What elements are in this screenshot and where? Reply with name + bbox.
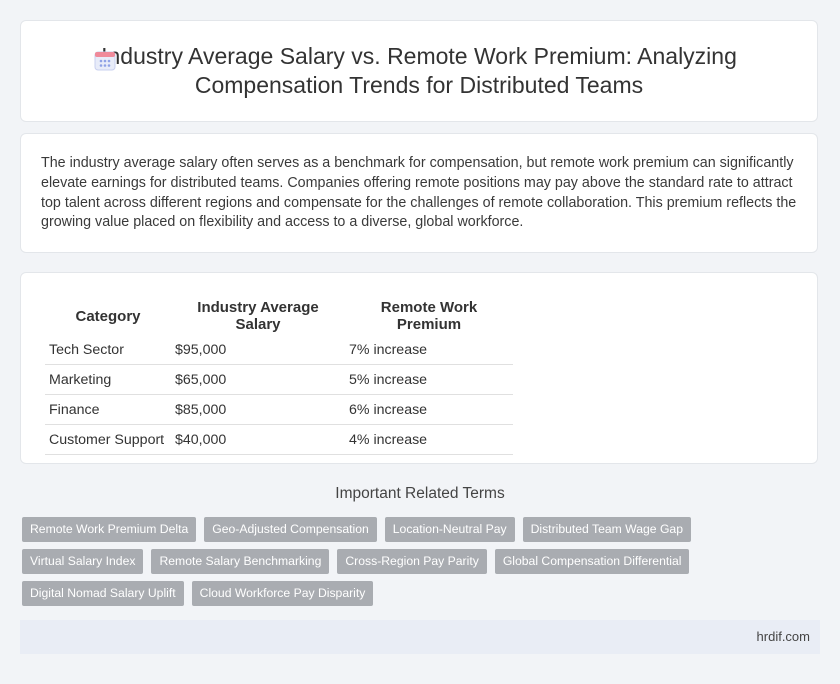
intro-card: The industry average salary often serves… — [20, 133, 818, 253]
related-term-tag[interactable]: Virtual Salary Index — [22, 549, 144, 574]
related-term-tag[interactable]: Cross-Region Pay Parity — [337, 549, 487, 574]
title-card: Industry Average Salary vs. Remote Work … — [20, 20, 818, 122]
table-card: Category Industry Average Salary Remote … — [20, 272, 818, 464]
calendar-icon — [93, 48, 117, 72]
related-term-tag[interactable]: Global Compensation Differential — [494, 549, 690, 574]
salary-table: Category Industry Average Salary Remote … — [45, 295, 513, 455]
related-term-tag[interactable]: Geo-Adjusted Compensation — [204, 517, 377, 542]
cell-category: Marketing — [45, 364, 171, 395]
cell-average-salary: $65,000 — [171, 364, 345, 395]
related-term-tag[interactable]: Cloud Workforce Pay Disparity — [191, 581, 374, 606]
table-row: Finance $85,000 6% increase — [45, 394, 513, 425]
cell-category: Tech Sector — [45, 335, 171, 365]
cell-category: Finance — [45, 394, 171, 425]
page-title: Industry Average Salary vs. Remote Work … — [101, 43, 737, 98]
header-remote-work-premium: Remote Work Premium — [380, 299, 478, 333]
related-terms-heading: Important Related Terms — [335, 485, 505, 502]
cell-average-salary: $85,000 — [171, 394, 345, 425]
table-row: Customer Support $40,000 4% increase — [45, 424, 513, 455]
footer: hrdif.com — [20, 620, 820, 654]
related-term-tag[interactable]: Remote Work Premium Delta — [22, 517, 197, 542]
cell-category: Customer Support — [45, 424, 171, 455]
cell-remote-premium: 4% increase — [345, 424, 513, 455]
cell-remote-premium: 6% increase — [345, 394, 513, 425]
header-industry-average-salary: Industry Average Salary — [197, 299, 319, 333]
footer-site-link[interactable]: hrdif.com — [757, 629, 810, 644]
cell-remote-premium: 7% increase — [345, 335, 513, 365]
table-row: Marketing $65,000 5% increase — [45, 364, 513, 395]
table-row: Tech Sector $95,000 7% increase — [45, 335, 513, 365]
related-term-tag[interactable]: Location-Neutral Pay — [384, 517, 515, 542]
intro-paragraph: The industry average salary often serves… — [41, 155, 797, 231]
related-term-tag[interactable]: Remote Salary Benchmarking — [151, 549, 330, 574]
related-term-tag[interactable]: Distributed Team Wage Gap — [522, 517, 691, 542]
related-term-tag[interactable]: Digital Nomad Salary Uplift — [22, 581, 184, 606]
related-terms-list: Remote Work Premium Delta Geo-Adjusted C… — [22, 517, 820, 606]
cell-average-salary: $40,000 — [171, 424, 345, 455]
table-header-row: Category Industry Average Salary Remote … — [45, 295, 513, 335]
cell-average-salary: $95,000 — [171, 335, 345, 365]
header-category: Category — [75, 307, 141, 325]
cell-remote-premium: 5% increase — [345, 364, 513, 395]
